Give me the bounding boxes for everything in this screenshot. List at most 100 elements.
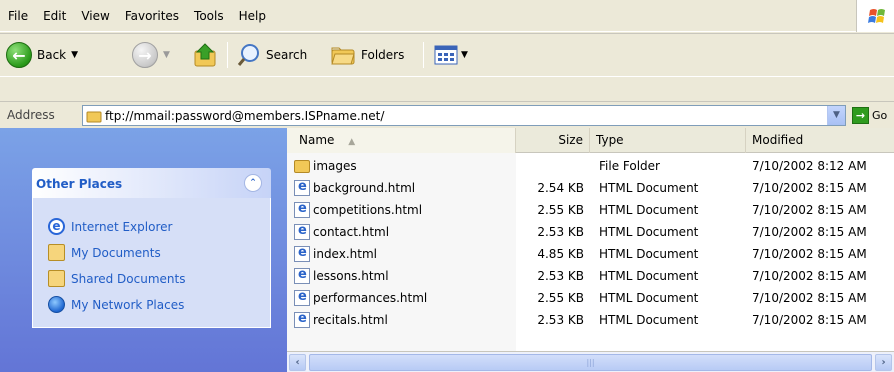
search-label: Search [266, 48, 308, 62]
horizontal-scrollbar[interactable]: ‹ ||| › [287, 351, 894, 372]
address-value: ftp://mmail:password@members.ISPname.net… [105, 109, 385, 123]
file-type: HTML Document [599, 225, 699, 239]
file-row[interactable]: index.html 4.85 KB HTML Document 7/10/2002 … [287, 244, 894, 265]
html-file-icon [294, 223, 310, 240]
search-button[interactable]: Search [236, 40, 307, 70]
html-file-icon [294, 311, 310, 328]
scroll-thumb[interactable]: ||| [309, 354, 872, 371]
address-dropdown-icon[interactable]: ▼ [827, 106, 845, 125]
html-file-icon [294, 267, 310, 284]
column-header-modified[interactable]: Modified [746, 128, 894, 153]
file-name: images [313, 159, 357, 173]
column-name-label: Name [299, 133, 335, 147]
back-arrow-icon: ← [6, 42, 32, 68]
internet-explorer-icon: e [48, 218, 65, 235]
folders-button[interactable]: Folders [329, 40, 404, 70]
folder-icon [294, 160, 310, 173]
file-size: 4.85 KB [537, 247, 584, 261]
toolbar-separator [227, 42, 228, 68]
file-row[interactable]: competitions.html 2.55 KB HTML Document 7/1… [287, 200, 894, 221]
back-button[interactable]: ← Back ▼ [6, 40, 78, 70]
column-type-label: Type [596, 133, 624, 147]
column-headers: Name ▲ Size Type Modified [287, 128, 894, 153]
address-bar: Address ftp://mmail:password@members.ISP… [0, 101, 894, 129]
file-row[interactable]: contact.html 2.53 KB HTML Document 7/10/200… [287, 222, 894, 243]
go-arrow-icon[interactable]: → [852, 107, 869, 124]
other-places-panel: Other Places ⌃ e Internet Explorer My Do… [32, 168, 271, 328]
place-label: Internet Explorer [71, 219, 173, 234]
file-name: recitals.html [313, 313, 388, 327]
menu-view[interactable]: View [81, 9, 109, 23]
other-places-list: e Internet Explorer My Documents Shared … [32, 198, 271, 328]
search-icon [237, 44, 259, 66]
file-size: 2.53 KB [537, 225, 584, 239]
file-modified: 7/10/2002 8:15 AM [752, 291, 867, 305]
collapse-chevron-icon[interactable]: ⌃ [244, 174, 262, 192]
windows-logo-icon [856, 0, 894, 32]
menu-favorites[interactable]: Favorites [125, 9, 179, 23]
file-row[interactable]: performances.html 2.55 KB HTML Document 7/1… [287, 288, 894, 309]
place-my-network-places[interactable]: My Network Places [48, 296, 184, 313]
file-row[interactable]: recitals.html 2.53 KB HTML Document 7/10/20… [287, 310, 894, 331]
views-button[interactable]: ▼ [433, 40, 468, 70]
forward-button[interactable]: → ▼ [132, 40, 170, 70]
other-places-title: Other Places [36, 177, 123, 191]
place-internet-explorer[interactable]: e Internet Explorer [48, 218, 172, 235]
scroll-left-icon[interactable]: ‹ [289, 354, 306, 371]
folders-label: Folders [361, 48, 405, 62]
file-type: HTML Document [599, 291, 699, 305]
html-file-icon [294, 245, 310, 262]
menu-file[interactable]: File [8, 9, 28, 23]
views-icon [434, 45, 458, 65]
file-row[interactable]: lessons.html 2.53 KB HTML Document 7/10/200… [287, 266, 894, 287]
back-label: Back [37, 48, 67, 62]
forward-dropdown-icon[interactable]: ▼ [163, 50, 170, 60]
menu-tools[interactable]: Tools [194, 9, 224, 23]
place-my-documents[interactable]: My Documents [48, 244, 161, 261]
menu-help[interactable]: Help [239, 9, 266, 23]
column-header-name[interactable]: Name ▲ [287, 128, 516, 153]
column-size-label: Size [558, 133, 583, 147]
file-name: performances.html [313, 291, 428, 305]
file-type: File Folder [599, 159, 660, 173]
file-modified: 7/10/2002 8:15 AM [752, 247, 867, 261]
place-label: My Network Places [71, 297, 185, 312]
file-type: HTML Document [599, 247, 699, 261]
file-row[interactable]: background.html 2.54 KB HTML Document 7/10/… [287, 178, 894, 199]
menu-items: File Edit View Favorites Tools Help [8, 9, 281, 23]
toolbar: ← Back ▼ → ▼ Search Folders ▼ [0, 33, 894, 77]
file-modified: 7/10/2002 8:12 AM [752, 159, 867, 173]
other-places-header[interactable]: Other Places ⌃ [32, 168, 271, 198]
place-label: My Documents [71, 245, 161, 260]
file-type: HTML Document [599, 203, 699, 217]
column-header-size[interactable]: Size [516, 128, 590, 153]
address-input[interactable]: ftp://mmail:password@members.ISPname.net… [82, 105, 846, 126]
go-button[interactable]: Go [872, 109, 887, 122]
back-dropdown-icon[interactable]: ▼ [71, 50, 78, 60]
file-name: competitions.html [313, 203, 423, 217]
file-row[interactable]: images File Folder 7/10/2002 8:12 AM [287, 156, 894, 177]
up-folder-button[interactable] [192, 40, 220, 70]
html-file-icon [294, 289, 310, 306]
views-dropdown-icon[interactable]: ▼ [461, 50, 468, 60]
menu-bar: File Edit View Favorites Tools Help [0, 0, 894, 32]
menu-edit[interactable]: Edit [43, 9, 66, 23]
file-type: HTML Document [599, 269, 699, 283]
file-type: HTML Document [599, 181, 699, 195]
file-modified: 7/10/2002 8:15 AM [752, 203, 867, 217]
column-header-type[interactable]: Type [590, 128, 746, 153]
file-size: 2.55 KB [537, 203, 584, 217]
file-name: contact.html [313, 225, 390, 239]
file-modified: 7/10/2002 8:15 AM [752, 313, 867, 327]
address-label: Address [7, 108, 55, 122]
shared-documents-icon [48, 270, 65, 287]
task-pane: Other Places ⌃ e Internet Explorer My Do… [0, 128, 287, 372]
place-shared-documents[interactable]: Shared Documents [48, 270, 185, 287]
my-documents-icon [48, 244, 65, 261]
place-label: Shared Documents [71, 271, 186, 286]
scroll-right-icon[interactable]: › [875, 354, 892, 371]
file-name: lessons.html [313, 269, 389, 283]
forward-arrow-icon: → [132, 42, 158, 68]
file-name: index.html [313, 247, 377, 261]
toolbar-separator [423, 42, 424, 68]
